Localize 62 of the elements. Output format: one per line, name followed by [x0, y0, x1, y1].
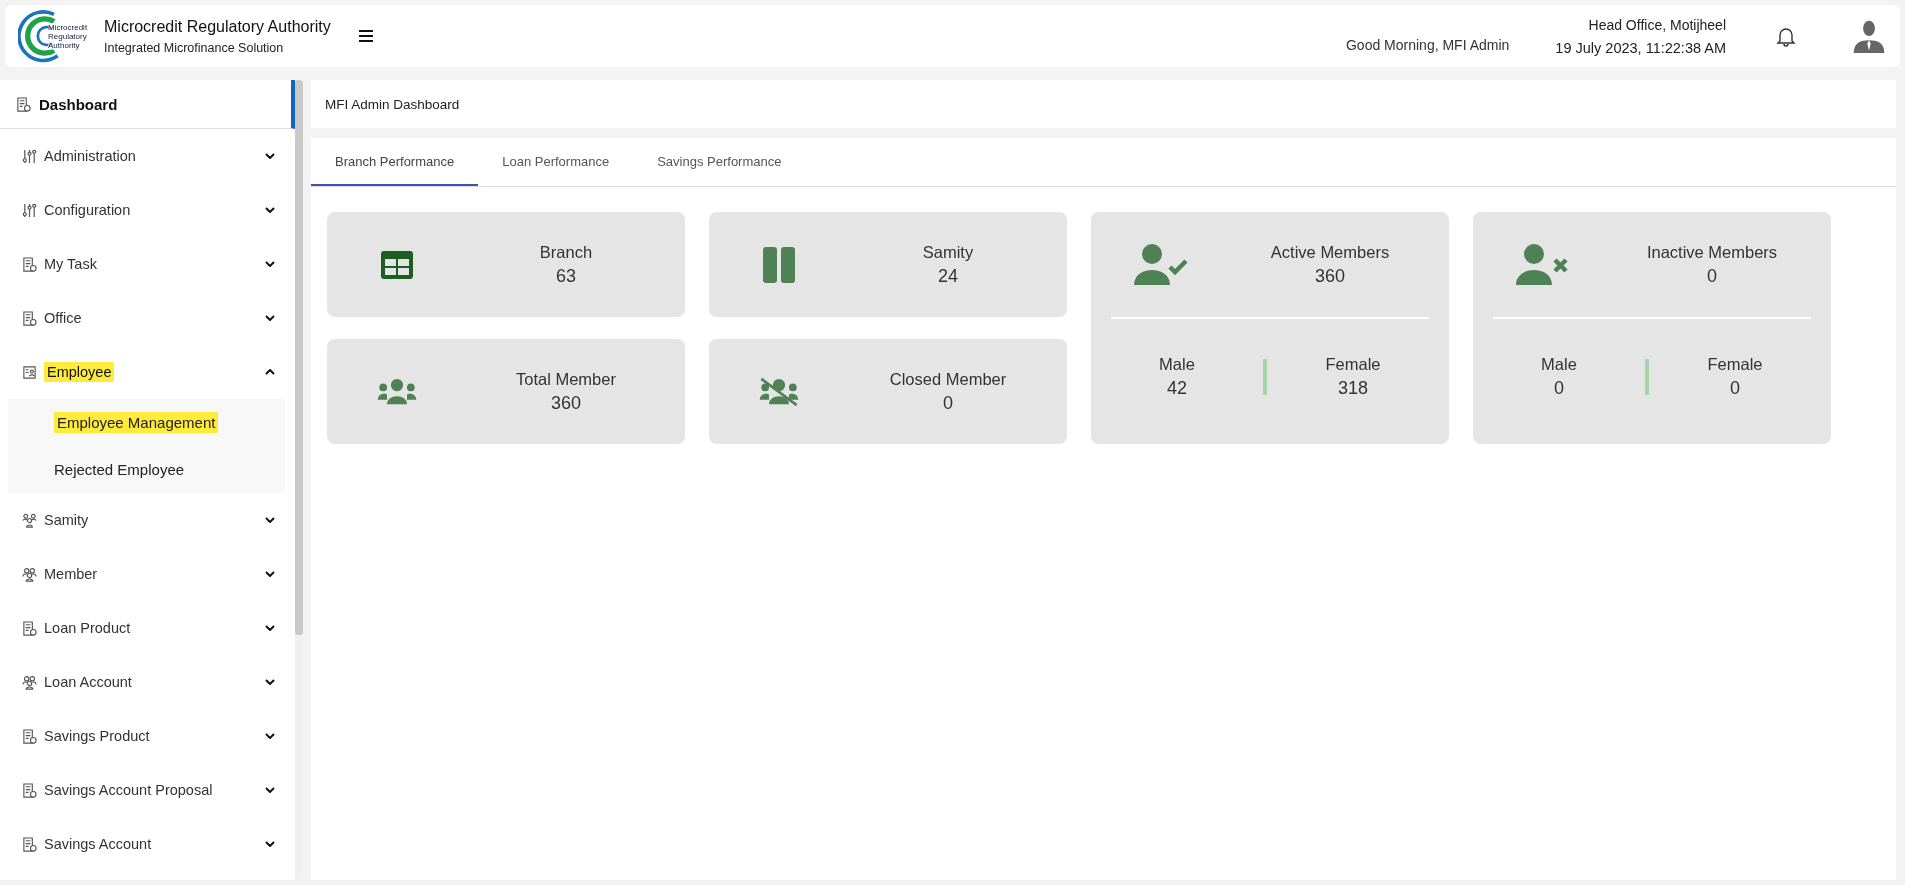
- stat-value: 24: [937, 265, 959, 287]
- stat-value: 360: [1313, 265, 1346, 287]
- group-icon: [22, 512, 37, 528]
- sidebar-item[interactable]: My Task: [0, 237, 295, 291]
- scrollbar-thumb[interactable]: [295, 80, 303, 635]
- sidebar-item[interactable]: Office: [0, 291, 295, 345]
- id-card-icon: [22, 364, 37, 380]
- stat-label: Total Member: [515, 369, 617, 389]
- people-icon: [22, 674, 37, 690]
- submenu-item[interactable]: Rejected Employee: [54, 461, 185, 478]
- document-icon: [22, 256, 37, 272]
- bell-icon: [1776, 25, 1796, 47]
- sliders-icon: [22, 148, 37, 164]
- submenu-item[interactable]: Employee Management: [54, 412, 219, 433]
- sidebar-item[interactable]: Loan Account: [0, 655, 295, 709]
- sliders-icon: [22, 202, 37, 218]
- female-count: 318: [1336, 377, 1369, 399]
- female-label: Female: [1324, 354, 1382, 374]
- sidebar-item[interactable]: Administration: [0, 129, 295, 183]
- male-label: Male: [1540, 354, 1578, 374]
- document-icon: [22, 620, 37, 636]
- office-name: Head Office, Motijheel: [1587, 16, 1726, 33]
- sidebar-item[interactable]: Savings Account: [0, 817, 295, 871]
- stat-label: Samity: [921, 242, 975, 262]
- male-label: Male: [1158, 354, 1196, 374]
- female-label: Female: [1706, 354, 1764, 374]
- sidebar-item[interactable]: Configuration: [0, 183, 295, 237]
- tab[interactable]: Branch Performance: [311, 138, 479, 186]
- document-icon: [16, 96, 31, 112]
- sidebar-item[interactable]: Loan Product: [0, 601, 295, 655]
- sidebar-item[interactable]: Member: [0, 547, 295, 601]
- user-check-icon: [1134, 242, 1188, 287]
- date-time: 19 July 2023, 11:22:38 AM: [1555, 39, 1726, 56]
- breadcrumb-text: MFI Admin Dashboard: [325, 96, 460, 112]
- document-icon: [22, 782, 37, 798]
- tab[interactable]: Loan Performance: [478, 138, 634, 186]
- notification-button[interactable]: [1776, 25, 1796, 47]
- user-x-icon: [1516, 242, 1570, 287]
- greeting-text: Good Morning, MFI Admin: [1345, 37, 1510, 53]
- stat-value: 0: [1706, 265, 1718, 287]
- stat-value: 0: [942, 392, 954, 414]
- sidebar-item[interactable]: Samity: [0, 493, 295, 547]
- document-icon: [22, 728, 37, 744]
- app-title: Microcredit Regulatory Authority: [104, 17, 331, 36]
- sidebar-item[interactable]: Savings Product: [0, 709, 295, 763]
- tab[interactable]: Savings Performance: [633, 138, 806, 186]
- stat-label: Inactive Members: [1645, 242, 1779, 262]
- sidebar-item[interactable]: Employee: [0, 345, 295, 399]
- people-icon: [22, 566, 37, 582]
- app-subtitle: Integrated Microfinance Solution: [104, 40, 285, 55]
- stat-label: Branch: [538, 242, 594, 262]
- menu-icon: [358, 30, 373, 42]
- document-icon: [22, 310, 37, 326]
- stat-value: 360: [549, 392, 582, 414]
- male-count: 0: [1553, 377, 1565, 399]
- sidebar-item[interactable]: Savings Account Proposal: [0, 763, 295, 817]
- document-icon: [22, 836, 37, 852]
- stat-label: Active Members: [1269, 242, 1391, 262]
- stat-label: Closed Member: [888, 369, 1008, 389]
- male-count: 42: [1166, 377, 1188, 399]
- female-count: 0: [1729, 377, 1741, 399]
- stat-value: 63: [555, 265, 577, 287]
